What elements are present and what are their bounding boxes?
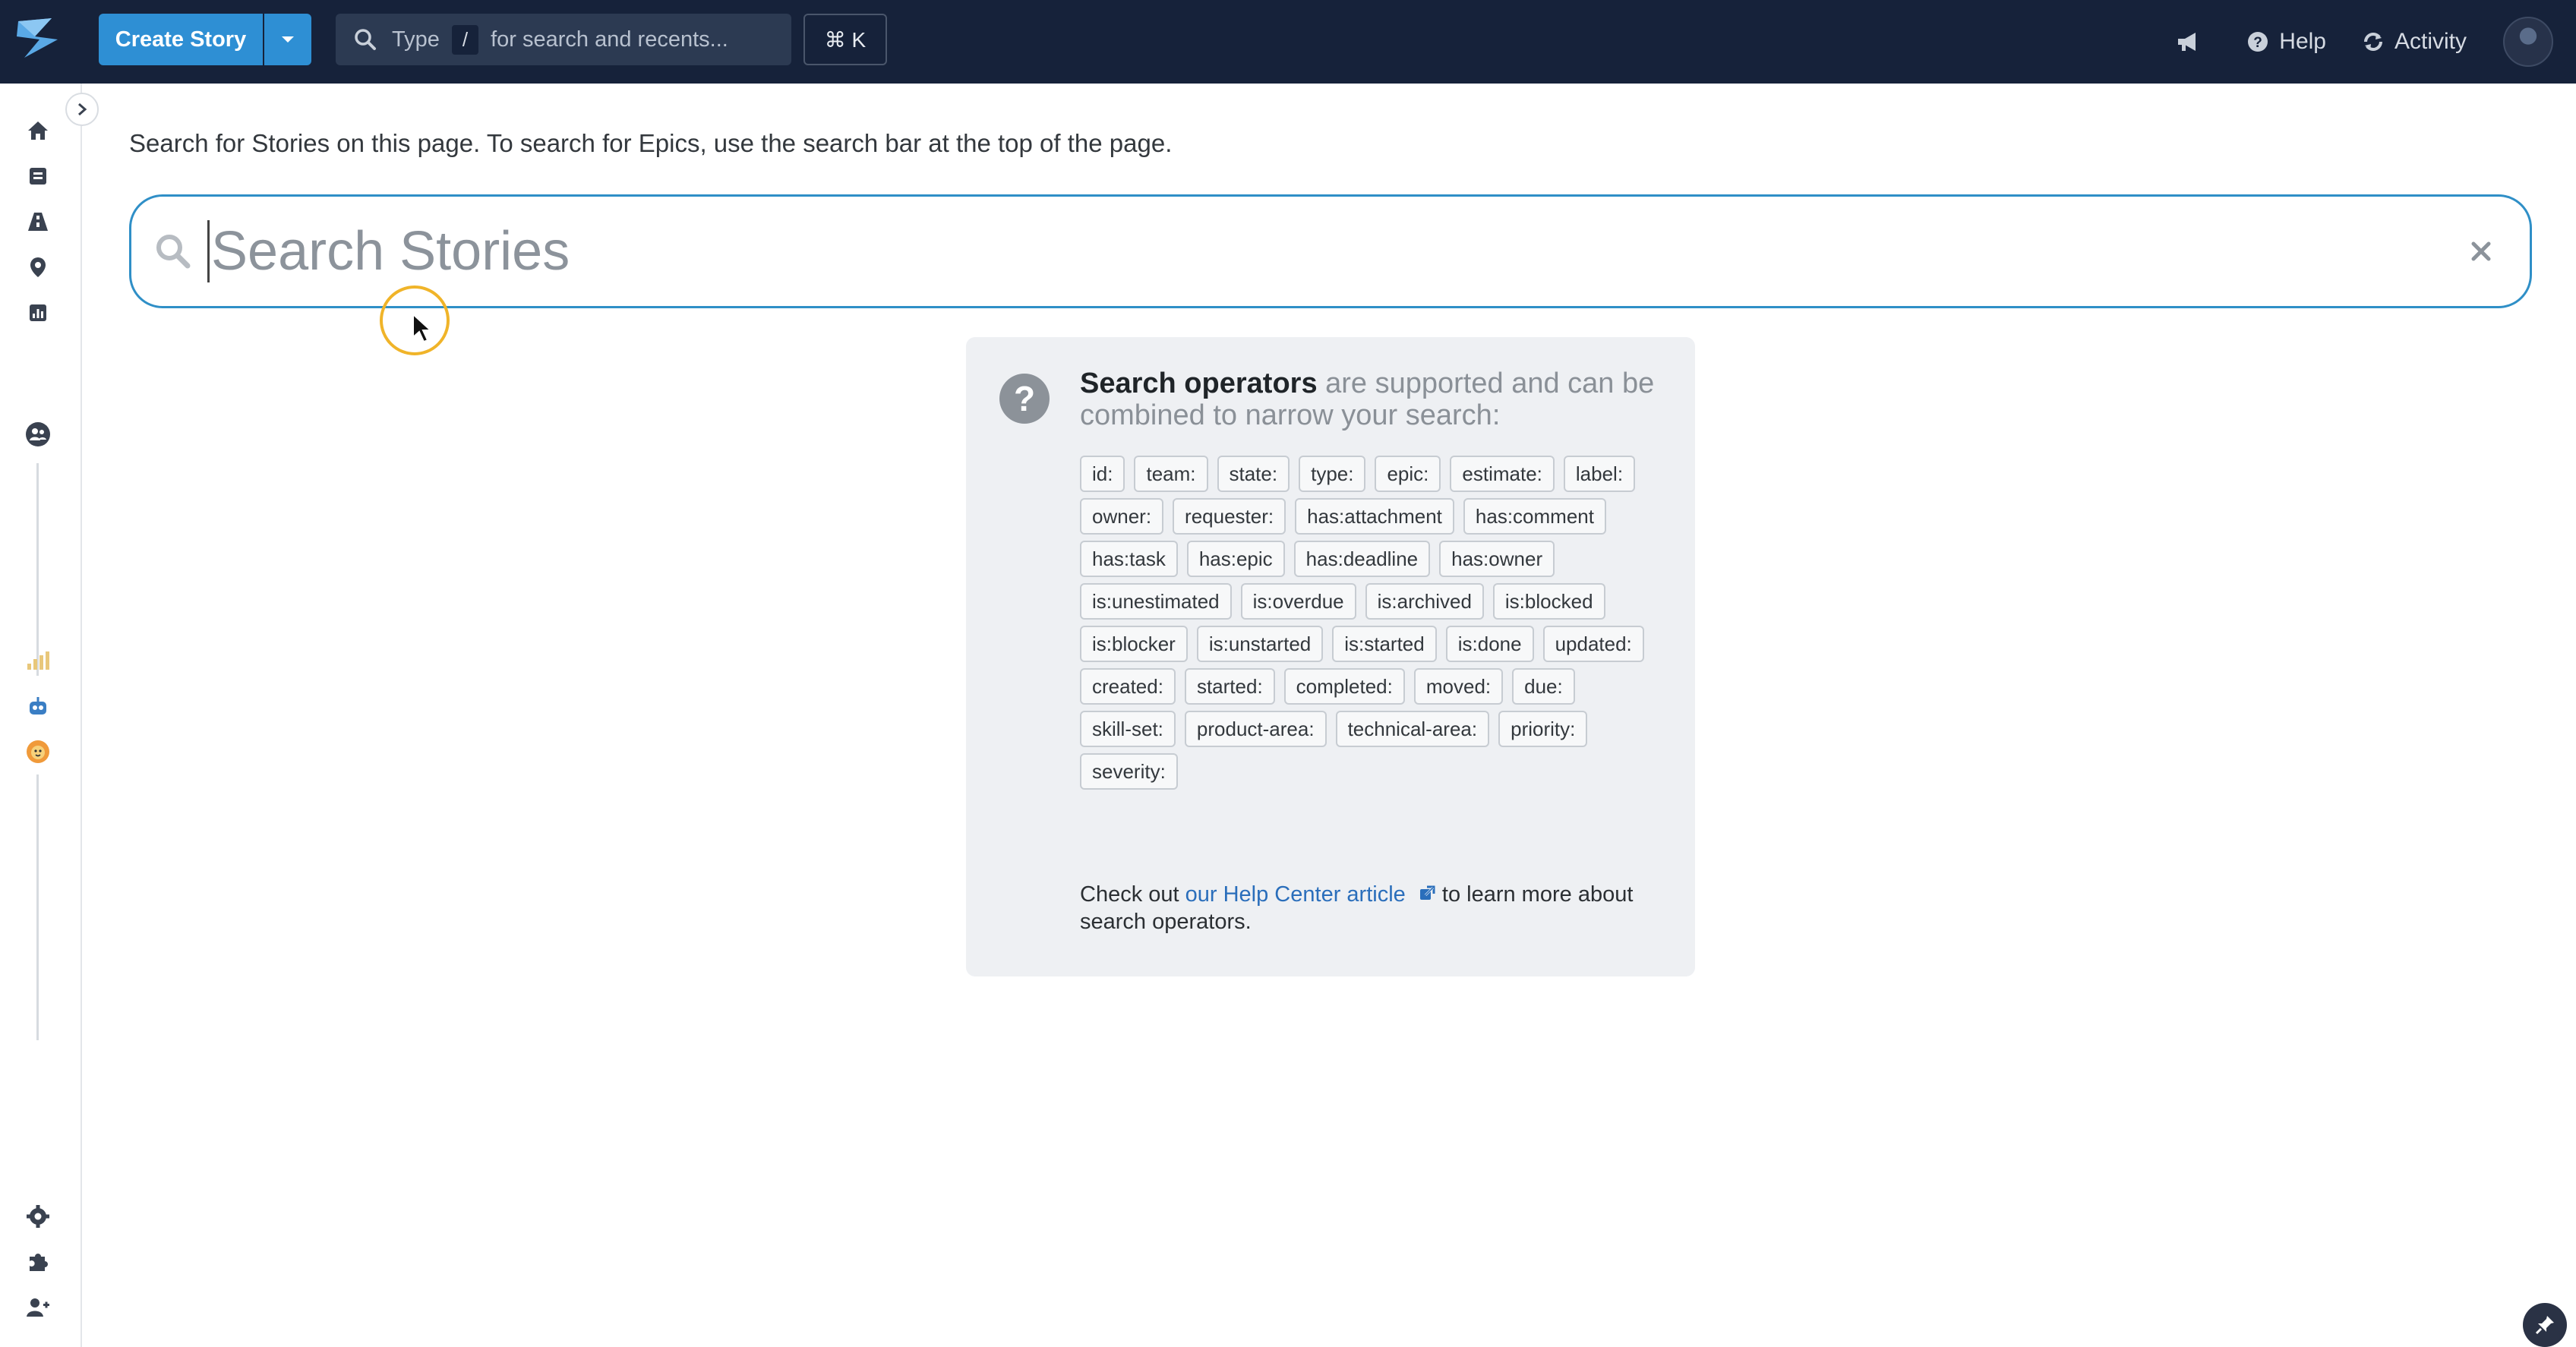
operator-tag-list: id: team: state: type: epic: estimate: label: o… [1080, 456, 1672, 796]
svg-text:?: ? [2253, 35, 2262, 51]
story-search-box[interactable] [129, 194, 2532, 308]
operator-tag: team: [1134, 456, 1208, 492]
footer-pre-text: Check out [1080, 882, 1185, 907]
invite-user-icon[interactable] [24, 1294, 52, 1321]
help-button[interactable]: ? Help [2247, 29, 2326, 55]
activity-button[interactable]: Activity [2363, 29, 2467, 55]
operator-tag: updated: [1542, 626, 1644, 662]
reports-icon[interactable] [24, 299, 52, 326]
team-icon[interactable] [24, 421, 52, 448]
sidebar-divider [36, 463, 39, 676]
operator-tag: created: [1080, 668, 1176, 705]
slash-key-badge: / [451, 24, 479, 55]
robot-icon[interactable] [24, 692, 52, 720]
operator-tag: is:blocked [1492, 583, 1605, 620]
close-icon[interactable] [2464, 235, 2498, 268]
refresh-icon [2363, 33, 2382, 51]
operator-tag: type: [1299, 456, 1366, 492]
create-story-label[interactable]: Create Story [99, 14, 264, 65]
operator-tag: is:unstarted [1196, 626, 1324, 662]
operator-tag: has:task [1080, 541, 1178, 577]
operator-tag: is:started [1332, 626, 1437, 662]
help-center-link[interactable]: our Help Center article [1185, 882, 1406, 907]
main-content: Search for Stories on this page. To sear… [84, 84, 2576, 1347]
operator-tag: severity: [1080, 753, 1178, 790]
story-search-input[interactable] [207, 220, 2410, 282]
operator-tag: is:done [1445, 626, 1534, 662]
operator-tag: owner: [1080, 498, 1164, 535]
puzzle-icon[interactable] [24, 1248, 52, 1276]
operator-tag: has:owner [1439, 541, 1555, 577]
operator-tag: epic: [1375, 456, 1441, 492]
create-story-button[interactable]: Create Story [99, 14, 311, 65]
help-circle-icon: ? [2248, 32, 2268, 52]
mouse-pointer-icon [412, 313, 433, 343]
announcements-button[interactable] [2176, 30, 2211, 53]
help-label: Help [2279, 29, 2326, 54]
search-icon [154, 232, 192, 270]
pin-button[interactable] [2523, 1303, 2567, 1347]
question-icon: ? [999, 374, 1050, 424]
operator-tag: started: [1184, 668, 1275, 705]
search-type-label: Type [392, 27, 440, 52]
megaphone-icon [2176, 30, 2211, 53]
location-pin-icon[interactable] [24, 254, 52, 281]
operator-tag: product-area: [1184, 711, 1327, 747]
operator-tag: id: [1080, 456, 1125, 492]
operator-tag: estimate: [1450, 456, 1555, 492]
operator-tag: requester: [1173, 498, 1286, 535]
operator-tag: skill-set: [1080, 711, 1176, 747]
search-hint: for search and recents... [491, 27, 728, 52]
operator-tag: is:archived [1365, 583, 1484, 620]
pin-icon [2535, 1316, 2554, 1335]
operator-tag: is:overdue [1240, 583, 1356, 620]
bar-chart-icon[interactable] [24, 647, 52, 674]
operator-tag: technical-area: [1335, 711, 1490, 747]
search-operators-panel: ? Search operators are supported and can… [966, 337, 1695, 976]
chevron-down-icon[interactable] [264, 14, 311, 65]
operator-tag: has:comment [1463, 498, 1606, 535]
operator-tag: due: [1512, 668, 1575, 705]
activity-label: Activity [2394, 29, 2467, 54]
operator-tag: has:epic [1186, 541, 1285, 577]
operator-tag: has:attachment [1295, 498, 1454, 535]
shortcut-logo-icon[interactable] [14, 14, 62, 62]
command-palette-button[interactable]: ⌘ K [803, 14, 887, 65]
global-search-input[interactable]: Type / for search and recents... [336, 14, 791, 65]
operator-tag: has:deadline [1293, 541, 1431, 577]
search-hint-text: Search for Stories on this page. To sear… [129, 129, 1173, 157]
avatar[interactable] [2503, 17, 2553, 67]
operator-tag: is:blocker [1080, 626, 1188, 662]
home-icon[interactable] [24, 117, 52, 144]
top-bar: Create Story Type / for search and recen… [0, 0, 2576, 84]
sidebar-divider-lower [36, 774, 39, 1040]
search-icon [354, 28, 377, 51]
external-link-icon[interactable] [1418, 885, 1436, 903]
operators-title-bold: Search operators [1080, 368, 1318, 399]
lion-mascot-icon[interactable] [24, 738, 52, 765]
operator-tag: priority: [1498, 711, 1588, 747]
operator-tag: moved: [1413, 668, 1504, 705]
gear-icon[interactable] [24, 1203, 52, 1230]
operator-tag: state: [1217, 456, 1290, 492]
roadmap-icon[interactable] [24, 208, 52, 235]
operators-title: Search operators are supported and can b… [1080, 368, 1672, 431]
operators-footer: Check out our Help Center article to lea… [1080, 881, 1672, 935]
left-sidebar [0, 84, 82, 1347]
operator-tag: is:unestimated [1080, 583, 1232, 620]
operator-tag: completed: [1283, 668, 1405, 705]
stories-icon[interactable] [24, 162, 52, 190]
top-right-nav: ? Help Activity [2176, 0, 2576, 84]
operator-tag: label: [1563, 456, 1636, 492]
